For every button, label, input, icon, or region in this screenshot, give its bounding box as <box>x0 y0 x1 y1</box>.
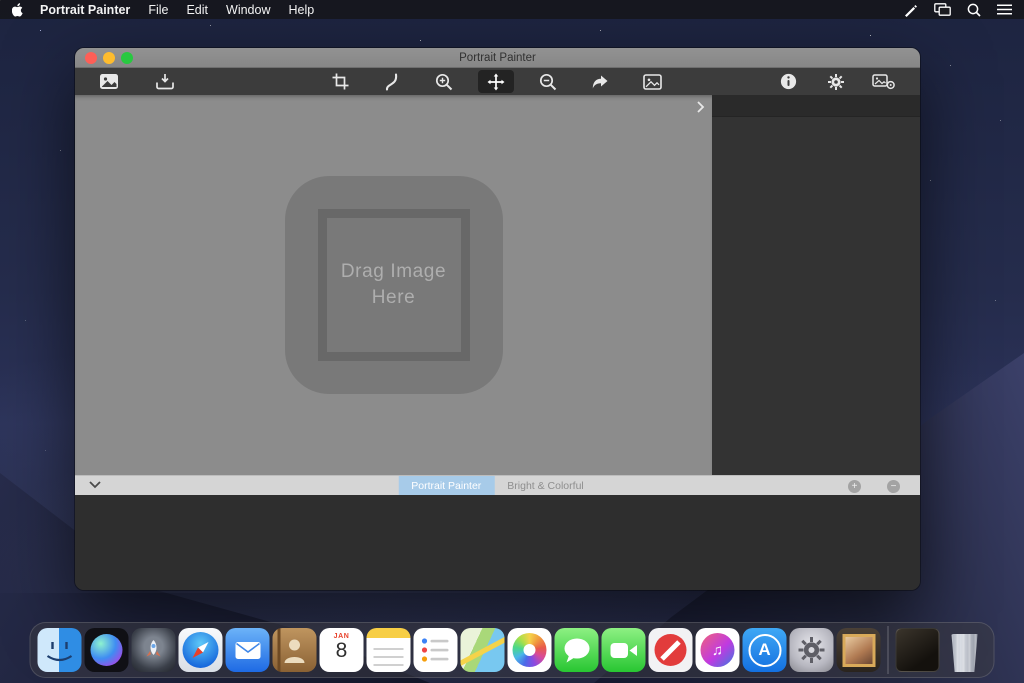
settings-gear-icon[interactable] <box>818 70 854 93</box>
toolbar-right-group <box>770 68 902 95</box>
photos-flower <box>513 633 547 667</box>
zoom-out-icon[interactable] <box>530 70 566 93</box>
apple-menu-icon[interactable] <box>12 3 24 17</box>
drop-zone-label-line1: Drag Image <box>341 259 446 285</box>
preset-strip-area <box>75 495 920 590</box>
info-icon[interactable] <box>770 70 806 93</box>
preset-tabs: Portrait Painter Bright & Colorful <box>398 476 596 495</box>
contacts-book-spine <box>278 628 281 672</box>
close-button[interactable] <box>85 52 97 64</box>
minimize-button[interactable] <box>103 52 115 64</box>
app-store-a <box>748 634 781 667</box>
menu-item-file[interactable]: File <box>148 3 168 17</box>
siri-orb <box>91 634 123 666</box>
menu-bar: Portrait Painter File Edit Window Help <box>0 0 1024 19</box>
calendar-day-label: 8 <box>336 640 348 662</box>
photos-icon[interactable] <box>508 628 552 672</box>
portrait-painter-app-icon[interactable] <box>837 628 881 672</box>
blocked-app-icon[interactable] <box>649 628 693 672</box>
window-title: Portrait Painter <box>459 52 536 64</box>
side-panel <box>712 95 920 475</box>
menu-item-window[interactable]: Window <box>226 3 270 17</box>
chevron-down-icon[interactable] <box>89 480 101 492</box>
traffic-lights <box>85 52 133 64</box>
finder-icon[interactable] <box>38 628 82 672</box>
dock-separator <box>888 626 889 674</box>
reminders-icon[interactable] <box>414 628 458 672</box>
portrait-painter-frame <box>842 634 875 667</box>
app-store-icon[interactable] <box>743 628 787 672</box>
zoom-button[interactable] <box>121 52 133 64</box>
spotlight-icon[interactable] <box>967 3 981 17</box>
image-drop-zone[interactable]: Drag Image Here <box>285 176 503 394</box>
contacts-icon[interactable] <box>273 628 317 672</box>
mail-icon[interactable] <box>226 628 270 672</box>
toolbar <box>75 68 920 95</box>
export-batch-icon[interactable] <box>866 70 902 93</box>
tab-portrait-painter[interactable]: Portrait Painter <box>398 476 494 495</box>
list-icon[interactable] <box>997 4 1012 15</box>
workspace: Drag Image Here <box>75 95 920 475</box>
toolbar-center-group <box>322 68 670 95</box>
photo-library-icon[interactable] <box>91 70 127 93</box>
maps-road <box>461 634 505 667</box>
launchpad-icon[interactable] <box>132 628 176 672</box>
siri-icon[interactable] <box>85 628 129 672</box>
displays-icon[interactable] <box>934 3 951 16</box>
preset-bar: Portrait Painter Bright & Colorful + − <box>75 475 920 495</box>
messages-icon[interactable] <box>555 628 599 672</box>
zoom-in-icon[interactable] <box>426 70 462 93</box>
frame-image-icon[interactable] <box>634 70 670 93</box>
share-icon[interactable] <box>582 70 618 93</box>
no-entry-sign <box>655 634 687 666</box>
notes-lines <box>374 648 404 650</box>
tab-bright-colorful[interactable]: Bright & Colorful <box>494 476 596 495</box>
brush-icon[interactable] <box>374 70 410 93</box>
system-preferences-icon[interactable] <box>790 628 834 672</box>
calendar-icon[interactable]: JAN 8 <box>320 628 364 672</box>
trash-icon[interactable] <box>943 628 987 672</box>
trash-basket <box>950 634 979 672</box>
maps-icon[interactable] <box>461 628 505 672</box>
menu-item-edit[interactable]: Edit <box>186 3 208 17</box>
add-preset-button[interactable]: + <box>848 480 861 493</box>
dock: JAN 8 <box>30 622 995 678</box>
title-bar[interactable]: Portrait Painter <box>75 48 920 68</box>
menu-app-name[interactable]: Portrait Painter <box>40 3 130 17</box>
canvas-area[interactable]: Drag Image Here <box>75 95 712 475</box>
portrait-painter-window: Portrait Painter <box>75 48 920 590</box>
remove-preset-button[interactable]: − <box>887 480 900 493</box>
chevron-right-icon[interactable] <box>696 100 705 118</box>
notes-icon[interactable] <box>367 628 411 672</box>
drop-zone-border: Drag Image Here <box>318 209 470 361</box>
itunes-note <box>701 633 735 667</box>
toolbar-left-group <box>91 68 183 95</box>
pen-icon[interactable] <box>903 3 918 17</box>
facetime-icon[interactable] <box>602 628 646 672</box>
safari-compass <box>183 632 219 668</box>
import-icon[interactable] <box>147 70 183 93</box>
drop-zone-label-line2: Here <box>372 285 416 311</box>
side-panel-header <box>712 95 920 117</box>
crop-icon[interactable] <box>322 70 358 93</box>
menu-item-help[interactable]: Help <box>288 3 314 17</box>
safari-icon[interactable] <box>179 628 223 672</box>
itunes-icon[interactable] <box>696 628 740 672</box>
move-tool-icon[interactable] <box>478 70 514 93</box>
recent-image-icon[interactable] <box>896 628 940 672</box>
